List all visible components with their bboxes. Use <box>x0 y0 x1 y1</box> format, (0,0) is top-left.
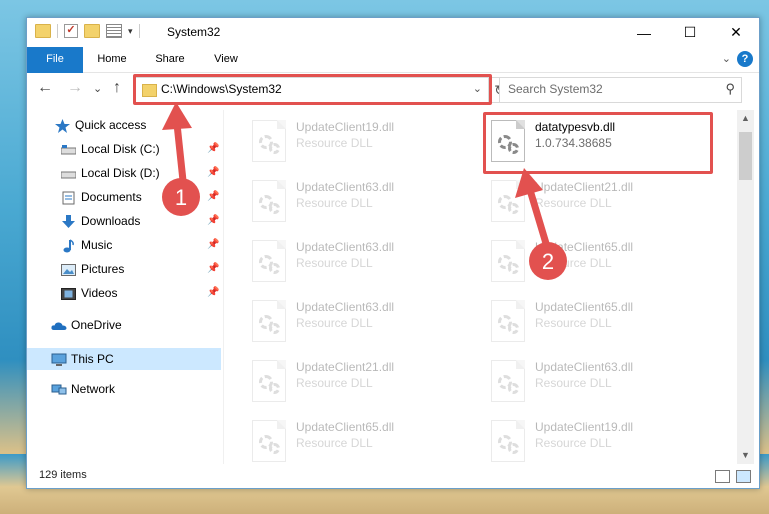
scroll-down-arrow-icon[interactable]: ▼ <box>737 447 754 464</box>
pin-icon[interactable]: 📌 <box>207 191 219 202</box>
back-arrow-icon[interactable]: ← <box>37 79 53 97</box>
videos-icon <box>61 286 76 300</box>
file-item[interactable]: UpdateClient21.dll Resource DLL <box>487 178 717 228</box>
pin-icon[interactable]: 📌 <box>207 239 219 250</box>
properties-icon[interactable] <box>106 24 122 38</box>
toolbar-divider <box>138 24 140 38</box>
dll-file-icon <box>252 240 286 282</box>
pin-icon[interactable]: 📌 <box>207 263 219 274</box>
dll-file-icon <box>252 360 286 402</box>
drive-icon <box>60 142 77 156</box>
window-title: System32 <box>167 25 221 39</box>
drive-icon <box>60 166 77 180</box>
download-icon <box>61 214 76 228</box>
pin-icon[interactable]: 📌 <box>207 215 219 226</box>
tab-view[interactable]: View <box>201 47 251 72</box>
ribbon-tabs: File Home Share View ⌄ ? <box>27 47 759 97</box>
dll-file-icon <box>252 300 286 342</box>
pin-icon[interactable]: 📌 <box>207 287 219 298</box>
file-item[interactable]: UpdateClient19.dll Resource DLL <box>248 118 478 168</box>
dll-file-icon <box>252 180 286 222</box>
file-item[interactable]: UpdateClient63.dll Resource DLL <box>248 298 478 348</box>
properties-check-icon[interactable]: ✓ <box>64 24 78 38</box>
recent-locations-chevron-icon[interactable]: ⌄ <box>93 82 102 95</box>
search-placeholder: Search System32 <box>508 82 603 96</box>
details-view-icon[interactable] <box>715 470 730 483</box>
documents-icon <box>61 190 76 205</box>
star-icon <box>55 118 70 133</box>
pin-icon[interactable]: 📌 <box>207 143 219 154</box>
search-input[interactable]: Search System32 ⚲ <box>499 77 742 103</box>
search-icon[interactable]: ⚲ <box>725 81 735 97</box>
network-icon <box>51 382 67 396</box>
folder-icon <box>35 24 51 38</box>
file-highlight-datatypesvb <box>483 112 713 174</box>
minimize-button[interactable]: — <box>621 18 667 47</box>
file-item[interactable]: UpdateClient65.dll Resource DLL <box>248 418 478 464</box>
dll-file-icon <box>491 300 525 342</box>
maximize-button[interactable]: ☐ <box>667 18 713 47</box>
file-item[interactable]: UpdateClient19.dll Resource DLL <box>487 418 717 464</box>
vertical-scrollbar[interactable]: ▲ ▼ <box>737 110 754 464</box>
up-arrow-icon[interactable]: ↑ <box>113 79 121 97</box>
view-toggle <box>715 470 751 483</box>
cloud-icon <box>51 318 67 332</box>
navigation-pane: Quick access Local Disk (C:) 📌 Local Dis… <box>27 110 224 464</box>
dll-file-icon <box>491 240 525 282</box>
pictures-icon <box>61 262 76 276</box>
title-bar: ✓ ▾ System32 — ☐ ✕ <box>27 18 759 47</box>
address-bar-highlight <box>133 74 492 105</box>
help-icon[interactable]: ? <box>737 51 753 67</box>
scroll-up-arrow-icon[interactable]: ▲ <box>737 110 754 127</box>
quick-access-toolbar: ✓ ▾ <box>35 24 140 38</box>
file-item[interactable]: UpdateClient63.dll Resource DLL <box>248 238 478 288</box>
scrollbar-thumb[interactable] <box>739 132 752 180</box>
customize-toolbar-chevron-icon[interactable]: ▾ <box>128 26 133 37</box>
item-count: 129 items <box>39 469 87 481</box>
tab-home[interactable]: Home <box>85 47 139 72</box>
music-icon <box>61 238 76 253</box>
new-folder-icon[interactable] <box>84 24 100 38</box>
file-item[interactable]: UpdateClient21.dll Resource DLL <box>248 358 478 408</box>
file-item[interactable]: UpdateClient63.dll Resource DLL <box>487 358 717 408</box>
file-item[interactable]: UpdateClient65.dll Resource DLL <box>487 238 717 288</box>
pin-icon[interactable]: 📌 <box>207 167 219 178</box>
tab-share[interactable]: Share <box>143 47 197 72</box>
dll-file-icon <box>491 360 525 402</box>
dll-file-icon <box>252 420 286 462</box>
dll-file-icon <box>491 180 525 222</box>
file-item[interactable]: UpdateClient65.dll Resource DLL <box>487 298 717 348</box>
large-icons-view-icon[interactable] <box>736 470 751 483</box>
file-item[interactable]: UpdateClient63.dll Resource DLL <box>248 178 478 228</box>
close-button[interactable]: ✕ <box>713 18 759 47</box>
forward-arrow-icon[interactable]: → <box>67 79 83 97</box>
dll-file-icon <box>252 120 286 162</box>
dll-file-icon <box>491 420 525 462</box>
toolbar-divider <box>57 24 58 38</box>
computer-icon <box>51 352 67 366</box>
expand-ribbon-chevron-icon[interactable]: ⌄ <box>722 52 731 65</box>
status-bar: 129 items <box>27 464 759 488</box>
